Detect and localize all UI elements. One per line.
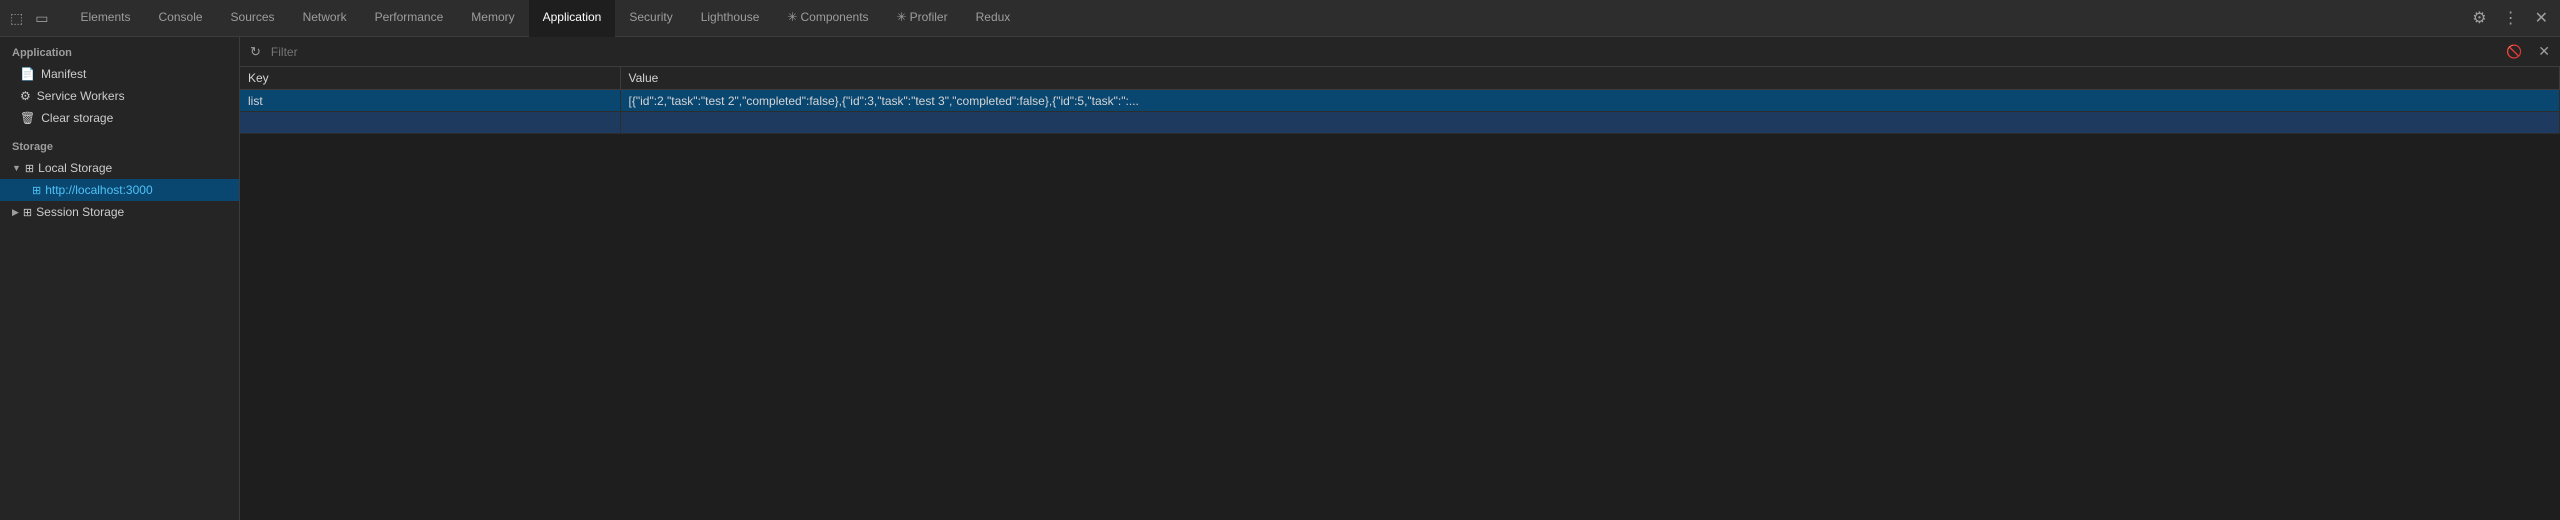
filter-close-button[interactable]: ✕ (2532, 40, 2556, 63)
session-storage-chevron-icon: ▶ (12, 207, 19, 218)
tab-profiler[interactable]: ✳ Profiler (883, 0, 962, 37)
content-area: ↻ 🚫 ✕ Key Value list [{"id":2,"task":"te… (240, 37, 2560, 520)
tab-bar: ⬚ ▭ Elements Console Sources Network Per… (0, 0, 2560, 37)
filter-bar: ↻ 🚫 ✕ (240, 37, 2560, 67)
more-icon[interactable]: ⋮ (2499, 6, 2523, 30)
clear-storage-icon: 🗑 (20, 111, 35, 125)
tab-security[interactable]: Security (615, 0, 686, 37)
settings-icon[interactable]: ⚙ (2468, 6, 2490, 30)
close-icon[interactable]: ✕ (2531, 6, 2552, 30)
local-storage-chevron-icon: ▼ (12, 163, 21, 173)
tab-sources[interactable]: Sources (217, 0, 289, 37)
components-asterisk-icon: ✳ (787, 10, 797, 24)
column-header-value[interactable]: Value (620, 67, 2560, 90)
application-section-label: Application (0, 41, 239, 63)
table-cell-value: [{"id":2,"task":"test 2","completed":fal… (620, 90, 2560, 112)
table-row[interactable] (240, 112, 2560, 134)
sidebar-item-session-storage[interactable]: ▶ ⊞ Session Storage (0, 201, 239, 223)
tab-lighthouse[interactable]: Lighthouse (687, 0, 774, 37)
table-header-row: Key Value (240, 67, 2560, 90)
service-workers-icon: ⚙ (20, 89, 31, 103)
sidebar-item-service-workers[interactable]: ⚙ Service Workers (0, 85, 239, 107)
table-cell-value-empty (620, 112, 2560, 134)
sidebar-item-localhost-3000[interactable]: ⊞ http://localhost:3000 (0, 179, 239, 201)
tab-application[interactable]: Application (529, 0, 616, 37)
filter-clear-button[interactable]: 🚫 (2500, 41, 2528, 63)
storage-section-label: Storage (0, 137, 239, 157)
sidebar: Application 📄 Manifest ⚙ Service Workers… (0, 37, 240, 520)
data-table: Key Value list [{"id":2,"task":"test 2",… (240, 67, 2560, 520)
tab-elements[interactable]: Elements (66, 0, 144, 37)
tab-memory[interactable]: Memory (457, 0, 528, 37)
local-storage-icon: ⊞ (25, 162, 34, 175)
devtools-icons: ⬚ ▭ (8, 8, 50, 29)
filter-refresh-button[interactable]: ↻ (244, 41, 267, 63)
manifest-icon: 📄 (20, 67, 35, 81)
profiler-asterisk-icon: ✳ (897, 10, 907, 24)
column-header-key[interactable]: Key (240, 67, 620, 90)
sidebar-item-local-storage[interactable]: ▼ ⊞ Local Storage (0, 157, 239, 179)
storage-section: Storage ▼ ⊞ Local Storage ⊞ http://local… (0, 137, 239, 223)
tab-bar-right: ⚙ ⋮ ✕ (2468, 6, 2552, 30)
table-cell-key: list (240, 90, 620, 112)
inspect-icon[interactable]: ⬚ (8, 8, 25, 29)
table-row[interactable]: list [{"id":2,"task":"test 2","completed… (240, 90, 2560, 112)
tab-network[interactable]: Network (289, 0, 361, 37)
main-layout: Application 📄 Manifest ⚙ Service Workers… (0, 37, 2560, 520)
tab-redux[interactable]: Redux (962, 0, 1025, 37)
sidebar-item-clear-storage[interactable]: 🗑 Clear storage (0, 107, 239, 129)
storage-table: Key Value list [{"id":2,"task":"test 2",… (240, 67, 2560, 134)
session-storage-icon: ⊞ (23, 206, 32, 219)
sidebar-item-manifest[interactable]: 📄 Manifest (0, 63, 239, 85)
tab-performance[interactable]: Performance (361, 0, 458, 37)
filter-input[interactable] (271, 45, 2496, 59)
device-icon[interactable]: ▭ (33, 8, 50, 29)
tab-components[interactable]: ✳ Components (773, 0, 882, 37)
tab-console[interactable]: Console (145, 0, 217, 37)
localhost-3000-icon: ⊞ (32, 184, 41, 197)
table-cell-key-empty (240, 112, 620, 134)
